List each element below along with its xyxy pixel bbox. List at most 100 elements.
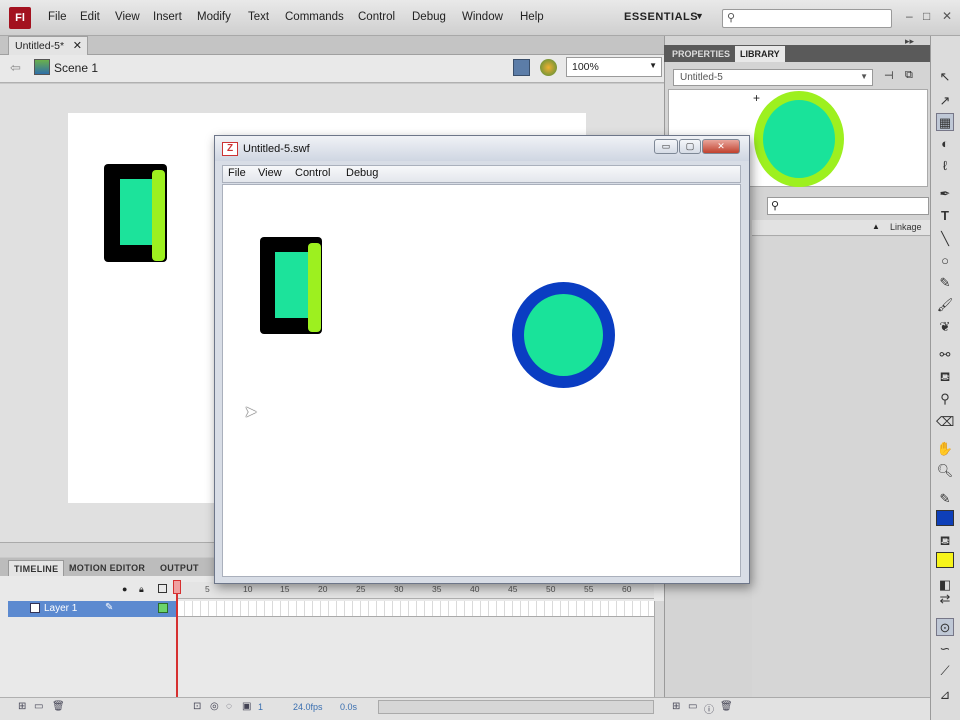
- menu-debug[interactable]: Debug: [412, 11, 446, 23]
- tab-library[interactable]: LIBRARY: [735, 46, 785, 62]
- new-folder-icon[interactable]: ▭: [34, 701, 43, 712]
- frame-rate-readout[interactable]: 24.0fps: [293, 702, 323, 712]
- text-tool-icon[interactable]: T: [936, 207, 954, 225]
- timeline-vertical-scrollbar[interactable]: [654, 601, 664, 697]
- menu-commands[interactable]: Commands: [285, 11, 344, 23]
- edit-scene-icon[interactable]: [540, 59, 557, 76]
- swf-menu-debug[interactable]: Debug: [346, 167, 378, 179]
- tab-motion-editor[interactable]: MOTION EDITOR: [64, 560, 150, 576]
- new-symbol-icon[interactable]: ⊞: [672, 701, 680, 712]
- library-search-input[interactable]: ⚲: [767, 197, 929, 215]
- zoom-select[interactable]: 100% ▼: [566, 57, 662, 77]
- properties-icon[interactable]: ⓘ: [704, 701, 714, 716]
- maximize-icon[interactable]: □: [923, 9, 930, 23]
- menu-modify[interactable]: Modify: [197, 11, 231, 23]
- edit-multiple-frames-icon[interactable]: ▣: [242, 701, 251, 712]
- document-tab[interactable]: Untitled-5* ✕: [8, 36, 88, 55]
- pen-tool-icon[interactable]: ✒: [936, 185, 954, 203]
- stroke-color-swatch[interactable]: [936, 510, 954, 526]
- deco-tool-icon[interactable]: ❦: [936, 318, 954, 336]
- bone-tool-icon[interactable]: ⚯: [936, 346, 954, 364]
- chevron-down-icon[interactable]: ▼: [695, 11, 704, 21]
- swf-menu-control[interactable]: Control: [295, 167, 330, 179]
- sort-arrow-icon[interactable]: ▲: [872, 222, 880, 231]
- new-layer-icon[interactable]: ⊞: [18, 701, 26, 712]
- workspace-switcher[interactable]: ESSENTIALS: [624, 11, 698, 23]
- swf-menu-file[interactable]: File: [228, 167, 246, 179]
- tab-properties[interactable]: PROPERTIES: [666, 46, 736, 62]
- center-frame-icon[interactable]: ⊡: [193, 701, 201, 712]
- pencil-icon: ✎: [105, 602, 114, 613]
- straighten-icon[interactable]: ⟋: [936, 662, 954, 680]
- new-library-panel-icon[interactable]: ⧉: [905, 69, 913, 82]
- close-icon[interactable]: ✕: [942, 9, 952, 23]
- edit-symbols-icon[interactable]: [513, 59, 530, 76]
- pin-icon[interactable]: ⊣: [884, 69, 894, 82]
- layer-outline-color[interactable]: [158, 603, 168, 613]
- ruler-number: 15: [280, 584, 290, 594]
- free-transform-tool-icon[interactable]: ▦: [936, 113, 954, 131]
- elapsed-time-readout: 0.0s: [340, 702, 358, 712]
- minimize-icon[interactable]: –: [906, 9, 913, 23]
- paint-bucket-tool-icon[interactable]: ⛾: [936, 368, 954, 386]
- trash-icon[interactable]: 🗑︎: [720, 701, 733, 712]
- outline-icon[interactable]: [158, 584, 167, 593]
- zoom-tool-icon[interactable]: 🔍︎: [936, 462, 954, 480]
- swf-rectangle-edge: [308, 243, 321, 332]
- back-arrow-icon[interactable]: ⇦: [10, 60, 21, 76]
- onion-outline-icon[interactable]: ◌: [226, 701, 232, 712]
- frames-row[interactable]: [178, 601, 654, 617]
- help-search-input[interactable]: ⚲: [722, 9, 892, 28]
- search-icon: ⚲: [727, 12, 736, 24]
- menu-file[interactable]: File: [48, 11, 67, 23]
- menu-control[interactable]: Control: [358, 11, 395, 23]
- linkage-column-header[interactable]: Linkage: [890, 222, 922, 232]
- menu-help[interactable]: Help: [520, 11, 544, 23]
- smooth-icon[interactable]: ∽: [936, 640, 954, 658]
- menu-edit[interactable]: Edit: [80, 11, 100, 23]
- swf-rectangle-fill: [275, 252, 310, 318]
- playhead-handle[interactable]: [173, 580, 181, 594]
- oval-tool-icon[interactable]: ○: [936, 252, 954, 270]
- tab-timeline[interactable]: TIMELINE: [8, 560, 65, 576]
- eraser-tool-icon[interactable]: ⌫: [936, 413, 954, 431]
- close-icon[interactable]: ✕: [73, 39, 82, 52]
- lasso-tool-icon[interactable]: ℓ: [936, 157, 954, 175]
- options-icon[interactable]: ⊿: [936, 686, 954, 704]
- 3d-rotation-tool-icon[interactable]: ◐: [936, 135, 954, 153]
- subselection-tool-icon[interactable]: ↗: [936, 92, 954, 110]
- fill-color-swatch[interactable]: [936, 552, 954, 568]
- brush-tool-icon[interactable]: 🖌︎: [936, 296, 954, 314]
- swf-maximize-button[interactable]: ▢: [679, 139, 701, 154]
- swap-colors-icon[interactable]: ⇄: [936, 590, 954, 608]
- library-item-list[interactable]: [752, 237, 930, 697]
- ruler-number: 55: [584, 584, 594, 594]
- onion-skin-icon[interactable]: ◎: [210, 701, 219, 712]
- snap-to-objects-icon[interactable]: ⊙: [936, 618, 954, 636]
- eye-icon[interactable]: ●: [122, 584, 127, 594]
- swf-minimize-button[interactable]: ▭: [654, 139, 678, 154]
- timeline-horizontal-scrollbar[interactable]: [378, 700, 654, 714]
- line-tool-icon[interactable]: ╲: [936, 230, 954, 248]
- library-document-select[interactable]: Untitled-5 ▼: [673, 69, 873, 86]
- menu-text[interactable]: Text: [248, 11, 269, 23]
- menu-insert[interactable]: Insert: [153, 11, 182, 23]
- swf-circle-shape: [512, 282, 615, 388]
- hand-tool-icon[interactable]: ✋: [936, 440, 954, 458]
- menu-view[interactable]: View: [115, 11, 140, 23]
- eyedropper-tool-icon[interactable]: ⚲: [936, 390, 954, 408]
- layer-icon: [30, 603, 40, 613]
- playhead[interactable]: [176, 580, 178, 700]
- swf-close-button[interactable]: ✕: [702, 139, 740, 154]
- swf-menu-view[interactable]: View: [258, 167, 282, 179]
- lock-icon[interactable]: 🔒︎: [139, 584, 144, 595]
- scene-label[interactable]: Scene 1: [54, 61, 98, 75]
- new-folder-icon[interactable]: ▭: [688, 701, 697, 712]
- pencil-tool-icon[interactable]: ✎: [936, 274, 954, 292]
- menu-window[interactable]: Window: [462, 11, 503, 23]
- tab-output[interactable]: OUTPUT: [155, 560, 204, 576]
- document-tab-label: Untitled-5*: [15, 40, 65, 52]
- frame-ruler[interactable]: 5 10 15 20 25 30 35 40 45 50 55 60: [178, 582, 654, 599]
- trash-icon[interactable]: 🗑︎: [52, 701, 65, 712]
- selection-tool-icon[interactable]: ↖: [936, 68, 954, 86]
